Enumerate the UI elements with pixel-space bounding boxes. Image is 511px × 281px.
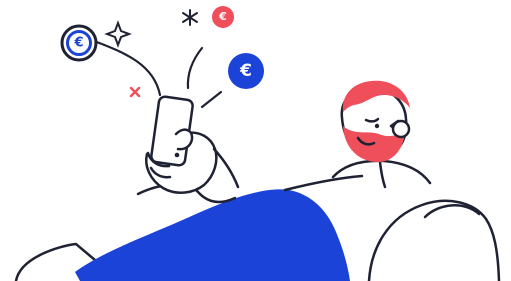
euro-coin-blue-icon: € <box>228 53 264 89</box>
ear <box>391 119 411 139</box>
illustration-scene: € € € <box>0 0 511 281</box>
eye-left <box>374 123 380 129</box>
euro-coin-outline-icon: € <box>60 24 98 62</box>
euro-symbol-2: € <box>218 10 227 23</box>
euro-coin-red-icon: € <box>212 6 234 28</box>
euro-symbol-1: € <box>73 36 83 51</box>
phone-home-button <box>174 152 180 158</box>
euro-symbol-3: € <box>239 61 252 81</box>
illustration-canvas: € € € <box>0 0 511 281</box>
thumb <box>174 128 194 151</box>
